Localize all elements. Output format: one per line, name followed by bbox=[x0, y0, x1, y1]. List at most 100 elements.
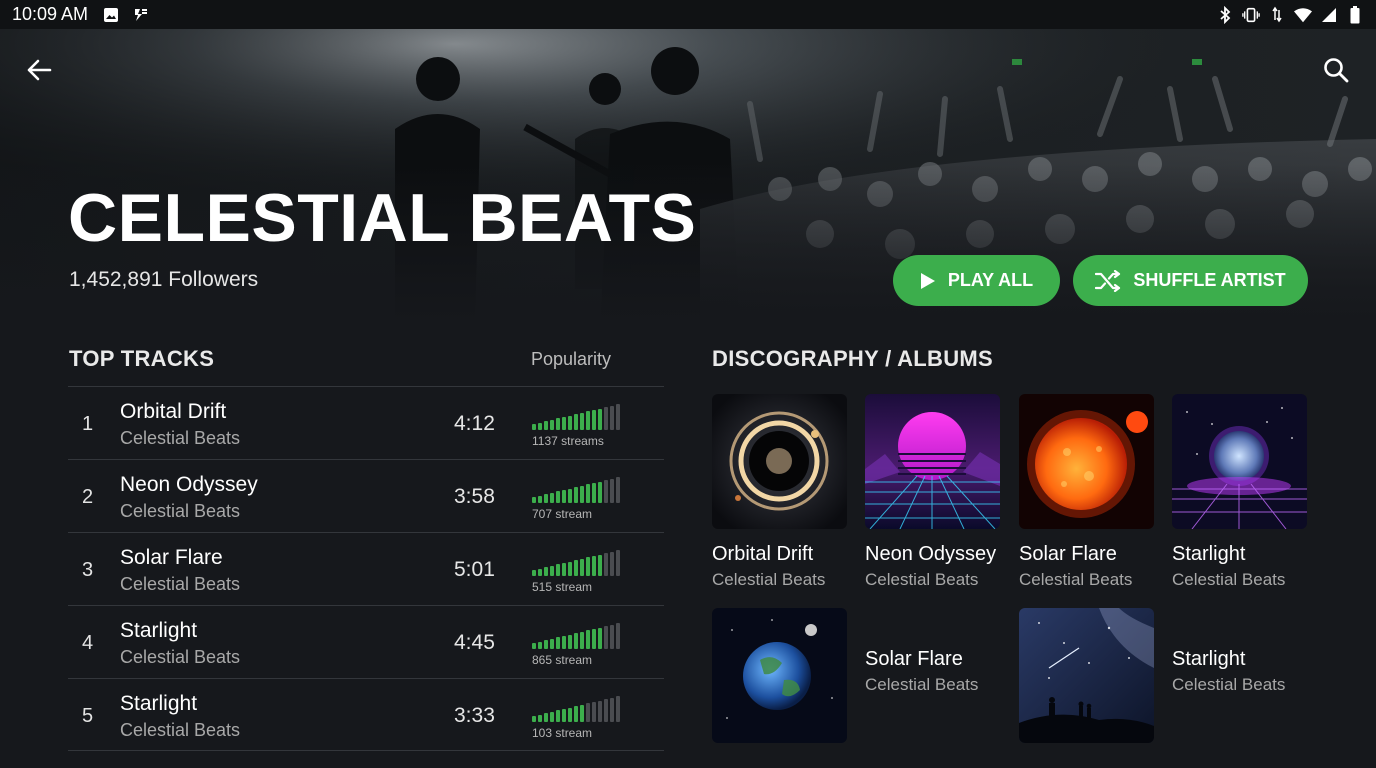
album-cover-glowing-moon bbox=[1172, 394, 1307, 529]
track-row[interactable]: 5 Starlight Celestial Beats 3:33 103 str… bbox=[68, 678, 664, 751]
popularity-bar bbox=[538, 641, 542, 649]
top-tracks-list: 1 Orbital Drift Celestial Beats 4:12 113… bbox=[68, 386, 664, 751]
popularity-bar bbox=[604, 626, 608, 649]
back-button[interactable] bbox=[22, 55, 56, 85]
popularity-bar bbox=[544, 421, 548, 430]
popularity-bar bbox=[586, 484, 590, 503]
app-notification-icon bbox=[132, 6, 150, 24]
popularity-bar bbox=[550, 565, 554, 576]
search-button[interactable] bbox=[1318, 53, 1354, 87]
album-artist: Celestial Beats bbox=[865, 570, 979, 589]
popularity-bar bbox=[580, 631, 584, 649]
track-number: 2 bbox=[82, 486, 94, 508]
popularity-bar bbox=[610, 624, 614, 649]
album-artist: Celestial Beats bbox=[865, 675, 979, 694]
track-artist: Celestial Beats bbox=[120, 574, 241, 594]
follower-count: 1,452,891 Followers bbox=[69, 268, 259, 291]
battery-icon bbox=[1346, 5, 1364, 24]
track-row[interactable]: 1 Orbital Drift Celestial Beats 4:12 113… bbox=[68, 386, 664, 459]
track-title: Orbital Drift bbox=[120, 400, 227, 423]
album-title: Starlight bbox=[1172, 543, 1246, 565]
popularity-bar bbox=[532, 716, 536, 722]
track-number: 1 bbox=[82, 413, 94, 435]
popularity-bar bbox=[562, 563, 566, 576]
track-artist: Celestial Beats bbox=[120, 501, 241, 521]
album-card[interactable]: Starlight Celestial Beats bbox=[1019, 608, 1285, 743]
popularity-meter bbox=[532, 550, 620, 576]
track-row[interactable]: 4 Starlight Celestial Beats 4:45 865 str… bbox=[68, 605, 664, 678]
popularity-bar bbox=[556, 564, 560, 576]
track-duration: 3:58 bbox=[454, 485, 495, 508]
popularity-bar bbox=[538, 568, 542, 576]
track-streams: 515 stream bbox=[532, 580, 593, 594]
popularity-meter bbox=[532, 623, 620, 649]
popularity-bar bbox=[568, 634, 572, 649]
popularity-bar bbox=[616, 404, 620, 430]
album-artist: Celestial Beats bbox=[1019, 570, 1133, 589]
popularity-column-header: Popularity bbox=[531, 349, 612, 369]
popularity-bar bbox=[592, 629, 596, 649]
play-all-label: PLAY ALL bbox=[947, 270, 1034, 290]
track-title: Starlight bbox=[120, 692, 198, 715]
popularity-bar bbox=[532, 424, 536, 430]
popularity-bar bbox=[574, 633, 578, 649]
album-title: Orbital Drift bbox=[712, 543, 814, 565]
shuffle-label: SHUFFLE ARTIST bbox=[1133, 270, 1286, 290]
popularity-bar bbox=[574, 560, 578, 576]
popularity-bar bbox=[568, 707, 572, 722]
album-title: Solar Flare bbox=[1019, 543, 1117, 565]
popularity-bar bbox=[574, 414, 578, 430]
popularity-bar bbox=[580, 412, 584, 430]
play-all-button[interactable]: PLAY ALL bbox=[893, 255, 1060, 306]
album-cover-earth bbox=[712, 608, 847, 743]
vibrate-icon bbox=[1242, 6, 1260, 24]
artist-name: CELESTIAL BEATS bbox=[68, 180, 697, 256]
popularity-meter bbox=[532, 696, 620, 722]
track-artist: Celestial Beats bbox=[120, 647, 241, 667]
popularity-bar bbox=[550, 419, 554, 430]
cell-signal-icon bbox=[1320, 6, 1338, 24]
popularity-bar bbox=[544, 567, 548, 576]
popularity-bar bbox=[586, 630, 590, 649]
popularity-bar bbox=[556, 418, 560, 430]
popularity-bar bbox=[598, 700, 602, 722]
track-title: Starlight bbox=[120, 619, 198, 642]
album-card[interactable]: Solar Flare Celestial Beats bbox=[712, 608, 978, 743]
track-row[interactable]: 3 Solar Flare Celestial Beats 5:01 515 s… bbox=[68, 532, 664, 605]
popularity-bar bbox=[598, 408, 602, 430]
popularity-bar bbox=[598, 554, 602, 576]
album-card[interactable]: Orbital Drift Celestial Beats bbox=[712, 394, 847, 589]
popularity-bar bbox=[550, 711, 554, 722]
shuffle-icon bbox=[1095, 269, 1121, 292]
album-card[interactable]: Neon Odyssey Celestial Beats bbox=[865, 394, 1000, 589]
album-cover-synthwave bbox=[865, 394, 1000, 529]
track-row[interactable]: 2 Neon Odyssey Celestial Beats 3:58 707 … bbox=[68, 459, 664, 532]
popularity-bar bbox=[556, 637, 560, 649]
album-title: Neon Odyssey bbox=[865, 543, 997, 565]
track-duration: 4:45 bbox=[454, 631, 495, 654]
popularity-bar bbox=[580, 485, 584, 503]
popularity-bar bbox=[586, 703, 590, 722]
popularity-bar bbox=[562, 709, 566, 722]
album-title: Starlight bbox=[1172, 648, 1246, 670]
popularity-bar bbox=[592, 410, 596, 430]
album-cover-black-hole bbox=[712, 394, 847, 529]
popularity-bar bbox=[568, 415, 572, 430]
popularity-bar bbox=[598, 481, 602, 503]
popularity-bar bbox=[616, 550, 620, 576]
image-icon bbox=[102, 6, 120, 24]
popularity-bar bbox=[562, 636, 566, 649]
status-bar: 10:09 AM bbox=[0, 0, 1376, 29]
popularity-bar bbox=[562, 417, 566, 430]
popularity-bar bbox=[574, 487, 578, 503]
popularity-bar bbox=[568, 561, 572, 576]
popularity-bar bbox=[574, 706, 578, 722]
track-number: 4 bbox=[82, 632, 94, 654]
popularity-bar bbox=[550, 492, 554, 503]
popularity-bar bbox=[556, 710, 560, 722]
album-card[interactable]: Solar Flare Celestial Beats bbox=[1019, 394, 1154, 589]
search-icon bbox=[1324, 58, 1349, 83]
track-duration: 5:01 bbox=[454, 558, 495, 581]
shuffle-artist-button[interactable]: SHUFFLE ARTIST bbox=[1073, 255, 1308, 306]
album-card[interactable]: Starlight Celestial Beats bbox=[1172, 394, 1307, 589]
